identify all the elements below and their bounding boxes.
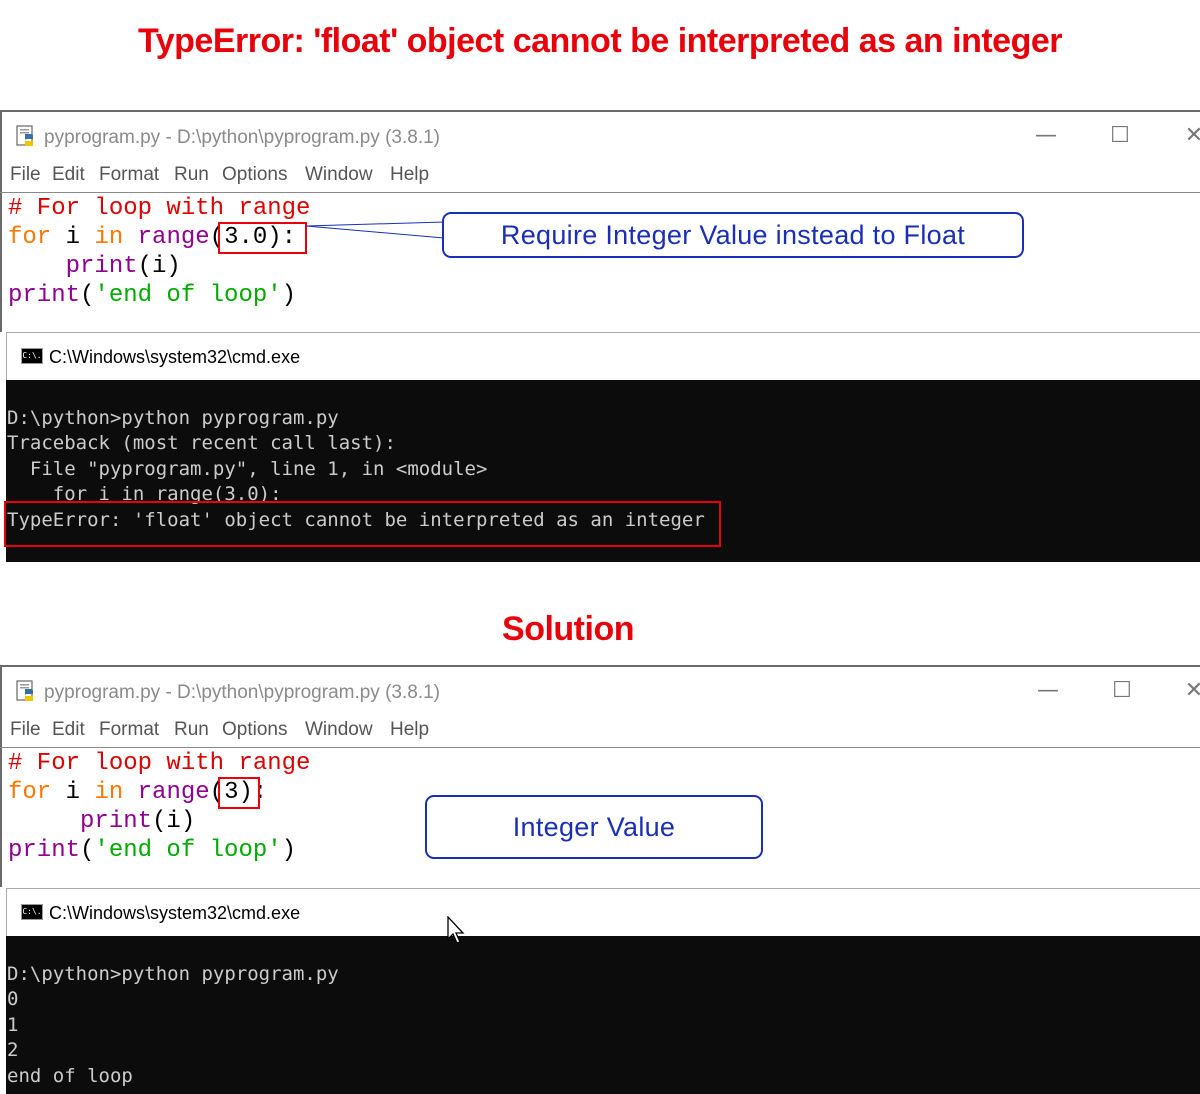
window-border bbox=[0, 665, 1200, 667]
paren-close: ) bbox=[281, 837, 297, 864]
console-line: D:\python>python pyprogram.py bbox=[7, 963, 339, 985]
callout-require-integer: Require Integer Value instead to Float bbox=[442, 212, 1024, 258]
maximize-icon[interactable]: ☐ bbox=[1104, 675, 1140, 707]
cmd-titlebar[interactable]: C:\. C:\Windows\system32\cmd.exe bbox=[6, 332, 1200, 380]
menu-separator bbox=[0, 747, 1200, 748]
console-line: Traceback (most recent call last): bbox=[7, 432, 396, 455]
cmd-window-solution: C:\. C:\Windows\system32\cmd.exe D:\pyth… bbox=[6, 888, 1200, 1094]
highlight-box-int-arg bbox=[218, 777, 260, 809]
string-literal: 'end of loop' bbox=[94, 837, 282, 864]
cmd-window-title: C:\Windows\system32\cmd.exe bbox=[49, 347, 301, 367]
cmd-titlebar[interactable]: C:\. C:\Windows\system32\cmd.exe bbox=[6, 888, 1200, 936]
console-line: File "pyprogram.py", line 1, in <module> bbox=[7, 457, 488, 480]
console-output[interactable]: D:\python>python pyprogram.py Traceback … bbox=[4, 380, 1200, 562]
minimize-icon[interactable]: — bbox=[1030, 675, 1066, 707]
menu-file[interactable]: File bbox=[10, 719, 41, 741]
menu-window[interactable]: Window bbox=[305, 719, 373, 741]
menu-options[interactable]: Options bbox=[222, 719, 287, 741]
close-icon[interactable]: ✕ bbox=[1176, 675, 1200, 707]
keyword-in: in bbox=[94, 779, 124, 806]
console-line: 1 bbox=[7, 1013, 19, 1036]
idle-menubar: File Edit Format Run Options Window Help bbox=[0, 713, 1200, 747]
idle-titlebar[interactable]: pyprogram.py - D:\python\pyprogram.py (3… bbox=[0, 669, 1200, 713]
cmd-icon: C:\. bbox=[21, 904, 43, 920]
cmd-icon: C:\. bbox=[21, 348, 43, 364]
code-comment: # For loop with range bbox=[8, 750, 311, 777]
menu-edit[interactable]: Edit bbox=[52, 719, 85, 741]
print-args: (i) bbox=[152, 808, 196, 835]
code-editor[interactable]: # For loop with range for i in range(3):… bbox=[8, 749, 310, 865]
menu-run[interactable]: Run bbox=[174, 719, 209, 741]
console-line: 2 bbox=[7, 1039, 19, 1062]
mouse-cursor-icon bbox=[447, 916, 465, 944]
highlight-box-error bbox=[4, 501, 721, 547]
callout-integer-value: Integer Value bbox=[425, 795, 763, 859]
console-line: 0 bbox=[7, 988, 19, 1011]
cmd-window-error: C:\. C:\Windows\system32\cmd.exe D:\pyth… bbox=[4, 332, 1200, 562]
console-output[interactable]: D:\python>python pyprogram.py 0 1 2 end … bbox=[6, 936, 1200, 1094]
console-line: D:\python>python pyprogram.py bbox=[7, 407, 339, 429]
menu-format[interactable]: Format bbox=[99, 719, 159, 741]
idle-window-title: pyprogram.py - D:\python\pyprogram.py (3… bbox=[44, 682, 441, 703]
code-var: i bbox=[51, 779, 95, 806]
paren-open: ( bbox=[80, 837, 95, 864]
keyword-for: for bbox=[8, 779, 52, 806]
menu-help[interactable]: Help bbox=[390, 719, 429, 741]
solution-heading: Solution bbox=[502, 610, 634, 648]
console-line: end of loop bbox=[7, 1064, 133, 1087]
python-file-icon bbox=[16, 680, 33, 701]
cmd-window-title: C:\Windows\system32\cmd.exe bbox=[49, 903, 301, 923]
builtin-print: print bbox=[80, 808, 153, 835]
builtin-print: print bbox=[8, 837, 81, 864]
builtin-range: range bbox=[123, 779, 210, 806]
